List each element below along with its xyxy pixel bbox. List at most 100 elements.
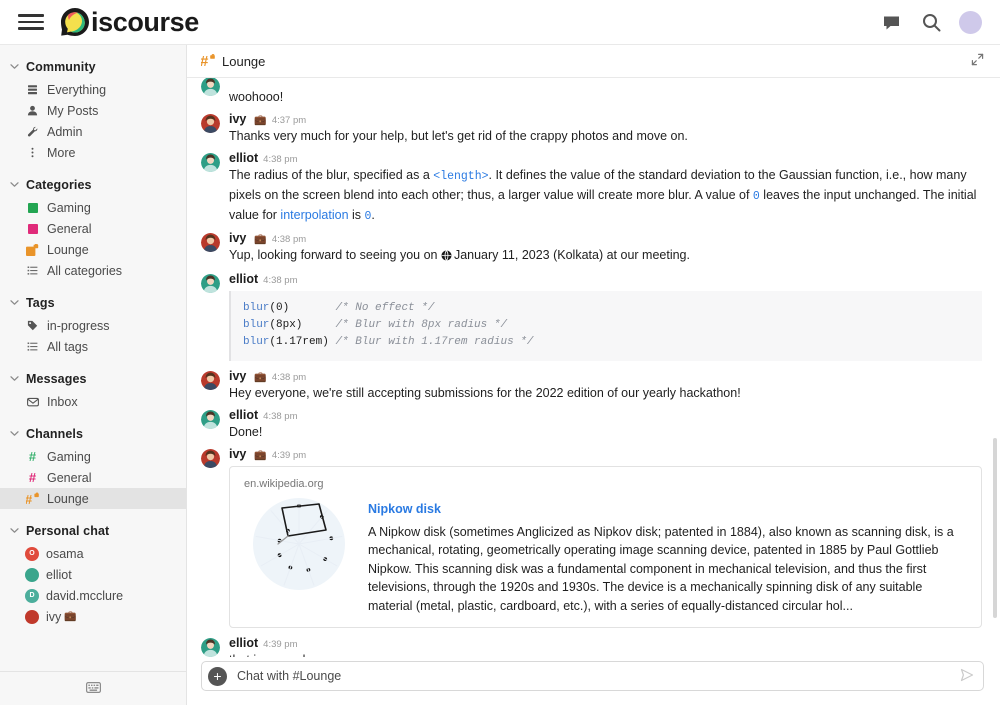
avatar-ivy[interactable]: [201, 371, 220, 390]
sidebar-section-header-categories[interactable]: Categories: [0, 173, 186, 197]
sidebar-item-elliot[interactable]: elliot: [0, 564, 186, 585]
message-author[interactable]: elliot: [229, 636, 258, 650]
chat-message[interactable]: ivy💼4:38 pmHey everyone, we're still acc…: [187, 366, 1000, 405]
avatar-ivy[interactable]: [201, 114, 220, 133]
avatar-ivy[interactable]: [201, 233, 220, 252]
sidebar-footer: [0, 671, 186, 705]
sidebar-item-osama[interactable]: Oosama: [0, 543, 186, 564]
avatar-elliot[interactable]: [201, 274, 220, 293]
briefcase-badge-icon: 💼: [254, 115, 266, 126]
link-preview-content: Nipkow diskA Nipkow disk (sometimes Angl…: [368, 492, 967, 616]
message-author[interactable]: ivy: [229, 369, 246, 383]
sidebar-section-title: Community: [26, 60, 96, 74]
layers-icon: [25, 84, 40, 95]
sidebar-section-header-personal-chat[interactable]: Personal chat: [0, 519, 186, 543]
message-text: Hey everyone, we're still accepting subm…: [229, 384, 982, 402]
keyboard-icon[interactable]: [86, 680, 101, 698]
sidebar-section-tags: Tags in-progress All tags: [0, 291, 186, 357]
sidebar-item-lounge[interactable]: Lounge: [0, 239, 186, 260]
sidebar-section-header-messages[interactable]: Messages: [0, 367, 186, 391]
sidebar-item-all-categories[interactable]: All categories: [0, 260, 186, 281]
avatar-partial[interactable]: [201, 78, 220, 96]
sidebar-scroll[interactable]: Community EverythingMy PostsAdminMore Cate…: [0, 55, 186, 671]
link-preview-card[interactable]: en.wikipedia.orgNipkow diskA Nipkow disk…: [229, 466, 982, 629]
avatar-elliot[interactable]: [201, 638, 220, 657]
sidebar-section-title: Personal chat: [26, 524, 109, 538]
message-text-part: .: [371, 208, 374, 222]
sidebar-section-title: Channels: [26, 427, 83, 441]
message-timestamp: 4:38 pm: [263, 411, 297, 422]
chevron-down-icon: [10, 527, 21, 536]
sidebar-item-lounge[interactable]: #Lounge: [0, 488, 186, 509]
sidebar-section-header-channels[interactable]: Channels: [0, 422, 186, 446]
sidebar-item-gaming[interactable]: #Gaming: [0, 446, 186, 467]
chevron-down-icon: [10, 63, 21, 72]
send-arrow-icon[interactable]: [960, 668, 974, 685]
ellipsis-icon: [25, 147, 40, 158]
chat-message[interactable]: woohooo!: [187, 82, 1000, 109]
message-author[interactable]: ivy: [229, 112, 246, 126]
chat-message[interactable]: elliot4:38 pmThe radius of the blur, spe…: [187, 148, 1000, 228]
chat-message[interactable]: elliot4:38 pmblur(0) /* No effect */ blu…: [187, 269, 1000, 365]
sidebar-item-general[interactable]: General: [0, 218, 186, 239]
sidebar-item-label: All categories: [47, 264, 122, 278]
chat-input[interactable]: [235, 662, 952, 690]
sidebar-item-david-mcclure[interactable]: Ddavid.mcclure: [0, 585, 186, 606]
message-text: Yup, looking forward to seeing you on Ja…: [229, 246, 982, 266]
sidebar-item-more[interactable]: More: [0, 142, 186, 163]
chat-bubble-icon[interactable]: [879, 10, 903, 34]
hash-icon-magenta: #: [25, 471, 40, 484]
search-icon[interactable]: [919, 10, 943, 34]
sidebar-item-label: in-progress: [47, 319, 110, 333]
inbox-icon: [25, 397, 40, 407]
sidebar-section-header-community[interactable]: Community: [0, 55, 186, 79]
plus-circle-icon[interactable]: +: [208, 667, 227, 686]
chevron-down-icon: [10, 299, 21, 308]
date-mention[interactable]: January 11, 2023 (Kolkata): [454, 248, 603, 262]
link-preview-title[interactable]: Nipkow disk: [368, 502, 967, 516]
avatar-ivy[interactable]: [201, 449, 220, 468]
top-header-actions: [879, 10, 982, 34]
hamburger-icon[interactable]: [18, 12, 44, 32]
message-author[interactable]: elliot: [229, 272, 258, 286]
interpolation-link[interactable]: interpolation: [280, 208, 348, 222]
chat-message[interactable]: elliot4:38 pmDone!: [187, 405, 1000, 444]
sidebar-item-ivy[interactable]: ivy💼: [0, 606, 186, 627]
discourse-logo[interactable]: iscourse: [58, 5, 199, 39]
user-avatar[interactable]: [959, 11, 982, 34]
avatar-david: D: [25, 589, 39, 603]
sidebar-item-gaming[interactable]: Gaming: [0, 197, 186, 218]
chat-message[interactable]: ivy💼4:37 pmThanks very much for your hel…: [187, 109, 1000, 148]
sidebar-item-general[interactable]: #General: [0, 467, 186, 488]
message-body: ivy💼4:38 pmYup, looking forward to seein…: [229, 231, 982, 266]
sidebar-item-all-tags[interactable]: All tags: [0, 336, 186, 357]
message-text-part: Yup, looking forward to seeing you on: [229, 248, 441, 262]
sidebar-item-inbox[interactable]: Inbox: [0, 391, 186, 412]
message-list[interactable]: woohooo!ivy💼4:37 pmThanks very much for …: [187, 78, 1000, 657]
message-author[interactable]: elliot: [229, 408, 258, 422]
message-scrollbar[interactable]: [993, 438, 997, 618]
chat-message[interactable]: elliot4:39 pmthat is so cool.: [187, 633, 1000, 657]
sidebar-item-in-progress[interactable]: in-progress: [0, 315, 186, 336]
sidebar-section-personal-chat: Personal chat OosamaelliotDdavid.mcclurei…: [0, 519, 186, 627]
sidebar-section-header-tags[interactable]: Tags: [0, 291, 186, 315]
sidebar-item-my-posts[interactable]: My Posts: [0, 100, 186, 121]
chat-message[interactable]: ivy💼4:38 pmYup, looking forward to seein…: [187, 228, 1000, 269]
message-author[interactable]: ivy: [229, 231, 246, 245]
message-author[interactable]: ivy: [229, 447, 246, 461]
avatar-elliot[interactable]: [201, 410, 220, 429]
sidebar-item-label: Gaming: [47, 450, 91, 464]
list-icon: [25, 265, 40, 276]
sidebar-item-everything[interactable]: Everything: [0, 79, 186, 100]
chat-composer[interactable]: +: [201, 661, 984, 691]
message-header: elliot 4:38 pm: [229, 408, 982, 422]
chat-message[interactable]: ivy💼4:39 pmen.wikipedia.orgNipkow diskA …: [187, 444, 1000, 634]
avatar-elliot[interactable]: [201, 153, 220, 172]
svg-text:#: #: [201, 53, 209, 69]
channel-title[interactable]: # Lounge: [201, 53, 265, 69]
sidebar-item-admin[interactable]: Admin: [0, 121, 186, 142]
briefcase-badge-icon: 💼: [254, 234, 266, 245]
expand-arrows-icon[interactable]: [971, 53, 984, 69]
svg-text:#: #: [26, 492, 33, 506]
message-author[interactable]: elliot: [229, 151, 258, 165]
